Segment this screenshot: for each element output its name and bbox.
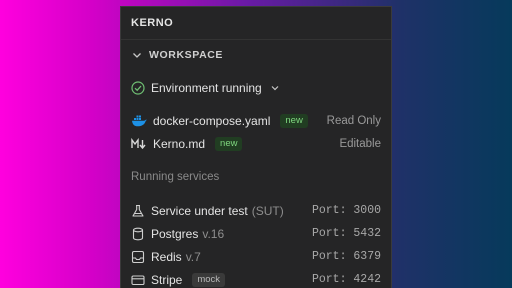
markdown-icon: [131, 137, 147, 151]
check-circle-icon: [131, 81, 145, 95]
service-detail: (SUT): [251, 203, 284, 218]
file-name: Kerno.md: [153, 136, 206, 151]
workspace-section-label: WORKSPACE: [149, 49, 224, 61]
environment-status-dropdown[interactable]: Environment running: [121, 76, 391, 100]
service-port: Port: 4242: [311, 273, 381, 286]
service-name: Redis: [151, 249, 182, 264]
docker-icon: [131, 114, 147, 128]
service-port: Port: 3000: [311, 204, 381, 217]
mock-badge: mock: [192, 272, 226, 287]
service-version: v.7: [185, 249, 201, 264]
file-row-docker-compose[interactable]: docker-compose.yaml new Read Only: [121, 109, 391, 132]
workspace-section-toggle[interactable]: WORKSPACE: [121, 44, 391, 66]
service-row-stripe[interactable]: Stripe mock Port: 4242: [121, 268, 391, 288]
card-icon: [131, 274, 145, 285]
service-row-redis[interactable]: Redis v.7 Port: 6379: [121, 245, 391, 268]
inbox-icon: [131, 250, 145, 263]
running-services-heading: Running services: [131, 171, 220, 183]
chevron-down-icon: [133, 53, 141, 58]
new-badge: new: [215, 136, 243, 151]
environment-status-text: Environment running: [151, 81, 262, 95]
service-row-sut[interactable]: Service under test (SUT) Port: 3000: [121, 199, 391, 222]
service-port: Port: 6379: [311, 250, 381, 263]
chevron-down-icon: [271, 86, 279, 91]
flask-icon: [132, 204, 144, 217]
kerno-panel: KERNO WORKSPACE Environment running dock…: [120, 6, 392, 288]
database-icon: [132, 227, 144, 240]
service-name: Stripe: [151, 272, 183, 287]
service-version: v.16: [202, 226, 225, 241]
file-name: docker-compose.yaml: [153, 113, 271, 128]
service-name: Service under test: [151, 203, 248, 218]
file-access-mode: Read Only: [326, 114, 381, 127]
service-port: Port: 5432: [311, 227, 381, 240]
file-access-mode: Editable: [339, 137, 381, 150]
service-name: Postgres: [151, 226, 199, 241]
file-row-kerno-md[interactable]: Kerno.md new Editable: [121, 132, 391, 155]
panel-title: KERNO: [121, 7, 391, 40]
new-badge: new: [280, 113, 308, 128]
service-row-postgres[interactable]: Postgres v.16 Port: 5432: [121, 222, 391, 245]
